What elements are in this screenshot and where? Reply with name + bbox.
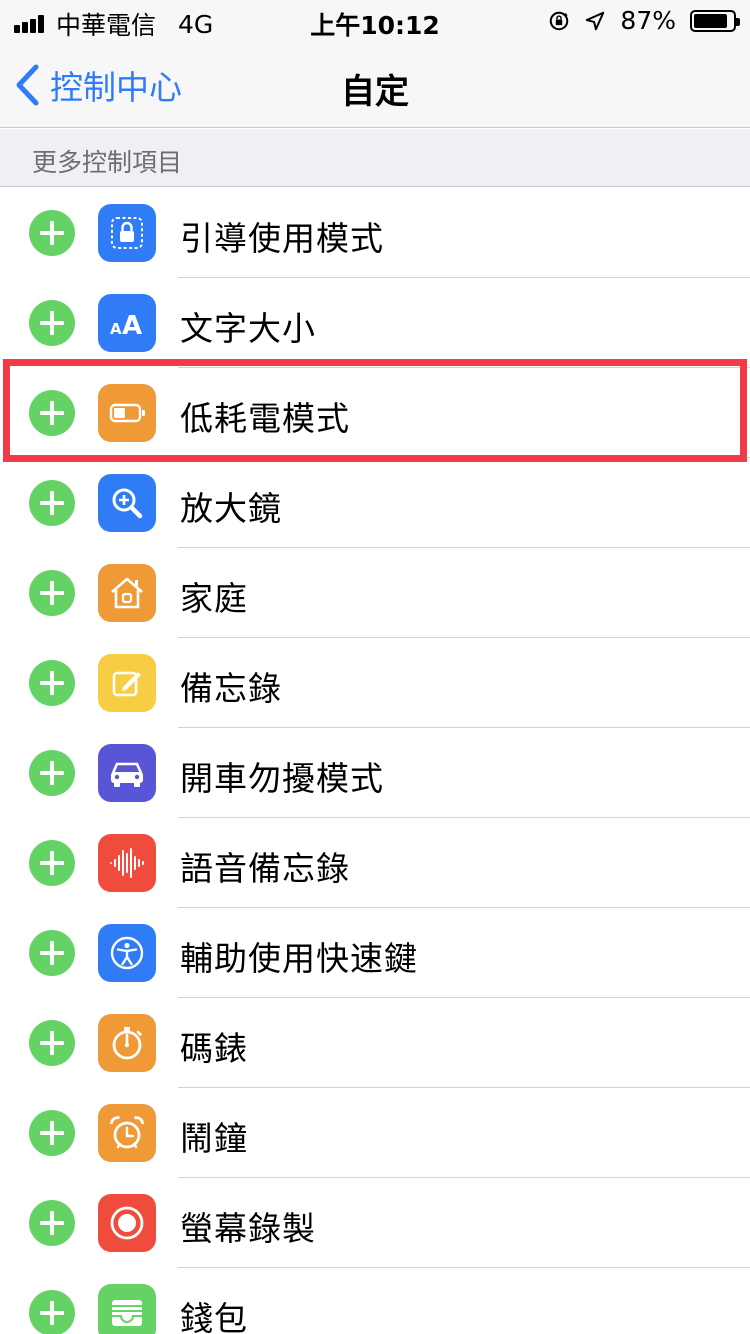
accessibility-icon (98, 924, 156, 982)
add-control-button[interactable] (29, 390, 75, 436)
magnifier-icon-glyph (112, 488, 143, 519)
section-header-label: 更多控制項目 (32, 148, 183, 177)
top-bar: 中華電信 4G 上午10:12 87% 控制中心 自定 (0, 0, 750, 128)
battery-icon (690, 9, 740, 32)
list-item-accessibility[interactable]: 輔助使用快速鍵 (0, 908, 750, 998)
list-item-label: 碼錶 (180, 1029, 248, 1068)
battery-percent: 87% (620, 6, 676, 35)
voice-memo-icon (98, 834, 156, 892)
add-control-button[interactable] (29, 1020, 75, 1066)
screen-record-icon (98, 1194, 156, 1252)
notes-icon-glyph (112, 671, 141, 697)
alarm-icon-glyph (110, 1116, 144, 1149)
list-item-screen-record[interactable]: 螢幕錄製 (0, 1178, 750, 1268)
list-item-magnifier[interactable]: 放大鏡 (0, 458, 750, 548)
guided-access-icon-glyph (111, 217, 143, 249)
stopwatch-icon (98, 1014, 156, 1072)
svg-text:A: A (110, 320, 122, 338)
add-control-button[interactable] (29, 1110, 75, 1156)
list-item-label: 引導使用模式 (180, 219, 384, 258)
list-item-label: 螢幕錄製 (180, 1209, 316, 1248)
list-item-home[interactable]: 家庭 (0, 548, 750, 638)
text-size-icon: AA (98, 294, 156, 352)
accessibility-icon-glyph (110, 936, 144, 970)
list-item-label: 語音備忘錄 (180, 849, 350, 888)
location-arrow-icon (586, 11, 605, 30)
list-item-car[interactable]: 開車勿擾模式 (0, 728, 750, 818)
list-item-label: 文字大小 (180, 309, 316, 348)
control-center-customize-screen: 中華電信 4G 上午10:12 87% 控制中心 自定 更多控制項目 引導使用模… (0, 0, 750, 1334)
guided-access-icon (98, 204, 156, 262)
list-item-wallet[interactable]: 錢包 (0, 1268, 750, 1334)
list-item-label: 備忘錄 (180, 669, 282, 708)
page-title: 自定 (341, 72, 409, 112)
list-item-label: 鬧鐘 (180, 1119, 248, 1158)
list-item-alarm[interactable]: 鬧鐘 (0, 1088, 750, 1178)
add-control-button[interactable] (29, 840, 75, 886)
list-item-notes[interactable]: 備忘錄 (0, 638, 750, 728)
stopwatch-icon-glyph (112, 1027, 142, 1060)
screen-record-icon-glyph (110, 1206, 144, 1240)
voice-memo-icon-glyph (110, 848, 144, 878)
wallet-icon (98, 1284, 156, 1334)
list-item-guided-access[interactable]: 引導使用模式 (0, 188, 750, 278)
status-bar: 中華電信 4G 上午10:12 87% (0, 0, 750, 42)
add-control-button[interactable] (29, 300, 75, 346)
svg-text:A: A (122, 311, 142, 341)
add-control-button[interactable] (29, 930, 75, 976)
list-item-label: 放大鏡 (180, 489, 282, 528)
magnifier-icon (98, 474, 156, 532)
add-control-button[interactable] (29, 1200, 75, 1246)
home-icon (98, 564, 156, 622)
add-control-button[interactable] (29, 570, 75, 616)
list-item-voice-memo[interactable]: 語音備忘錄 (0, 818, 750, 908)
list-item-label: 家庭 (180, 579, 248, 618)
section-header-more-controls: 更多控制項目 (0, 129, 750, 187)
car-icon (98, 744, 156, 802)
add-control-button[interactable] (29, 210, 75, 256)
text-size-icon-glyph: AA (110, 311, 142, 341)
list-item-stopwatch[interactable]: 碼錶 (0, 998, 750, 1088)
list-item-label: 輔助使用快速鍵 (180, 939, 418, 978)
add-control-button[interactable] (29, 660, 75, 706)
more-controls-list: 引導使用模式 AA 文字大小 低耗電模式 放大鏡 家庭 備忘錄 開車勿擾模式 語… (0, 188, 750, 1334)
low-power-battery-icon (98, 384, 156, 442)
add-control-button[interactable] (29, 1290, 75, 1334)
list-item-label: 開車勿擾模式 (180, 759, 384, 798)
list-item-text-size[interactable]: AA 文字大小 (0, 278, 750, 368)
low-power-battery-icon-glyph (109, 403, 145, 423)
wallet-icon-glyph (112, 1300, 142, 1326)
navigation-bar: 控制中心 自定 (0, 42, 750, 128)
alarm-icon (98, 1104, 156, 1162)
orientation-lock-icon (550, 11, 569, 30)
add-control-button[interactable] (29, 480, 75, 526)
list-item-low-power-battery[interactable]: 低耗電模式 (0, 368, 750, 458)
list-item-label: 錢包 (180, 1299, 248, 1334)
home-icon-glyph (111, 577, 143, 609)
car-icon-glyph (111, 762, 143, 787)
notes-icon (98, 654, 156, 712)
list-item-label: 低耗電模式 (180, 399, 350, 438)
add-control-button[interactable] (29, 750, 75, 796)
